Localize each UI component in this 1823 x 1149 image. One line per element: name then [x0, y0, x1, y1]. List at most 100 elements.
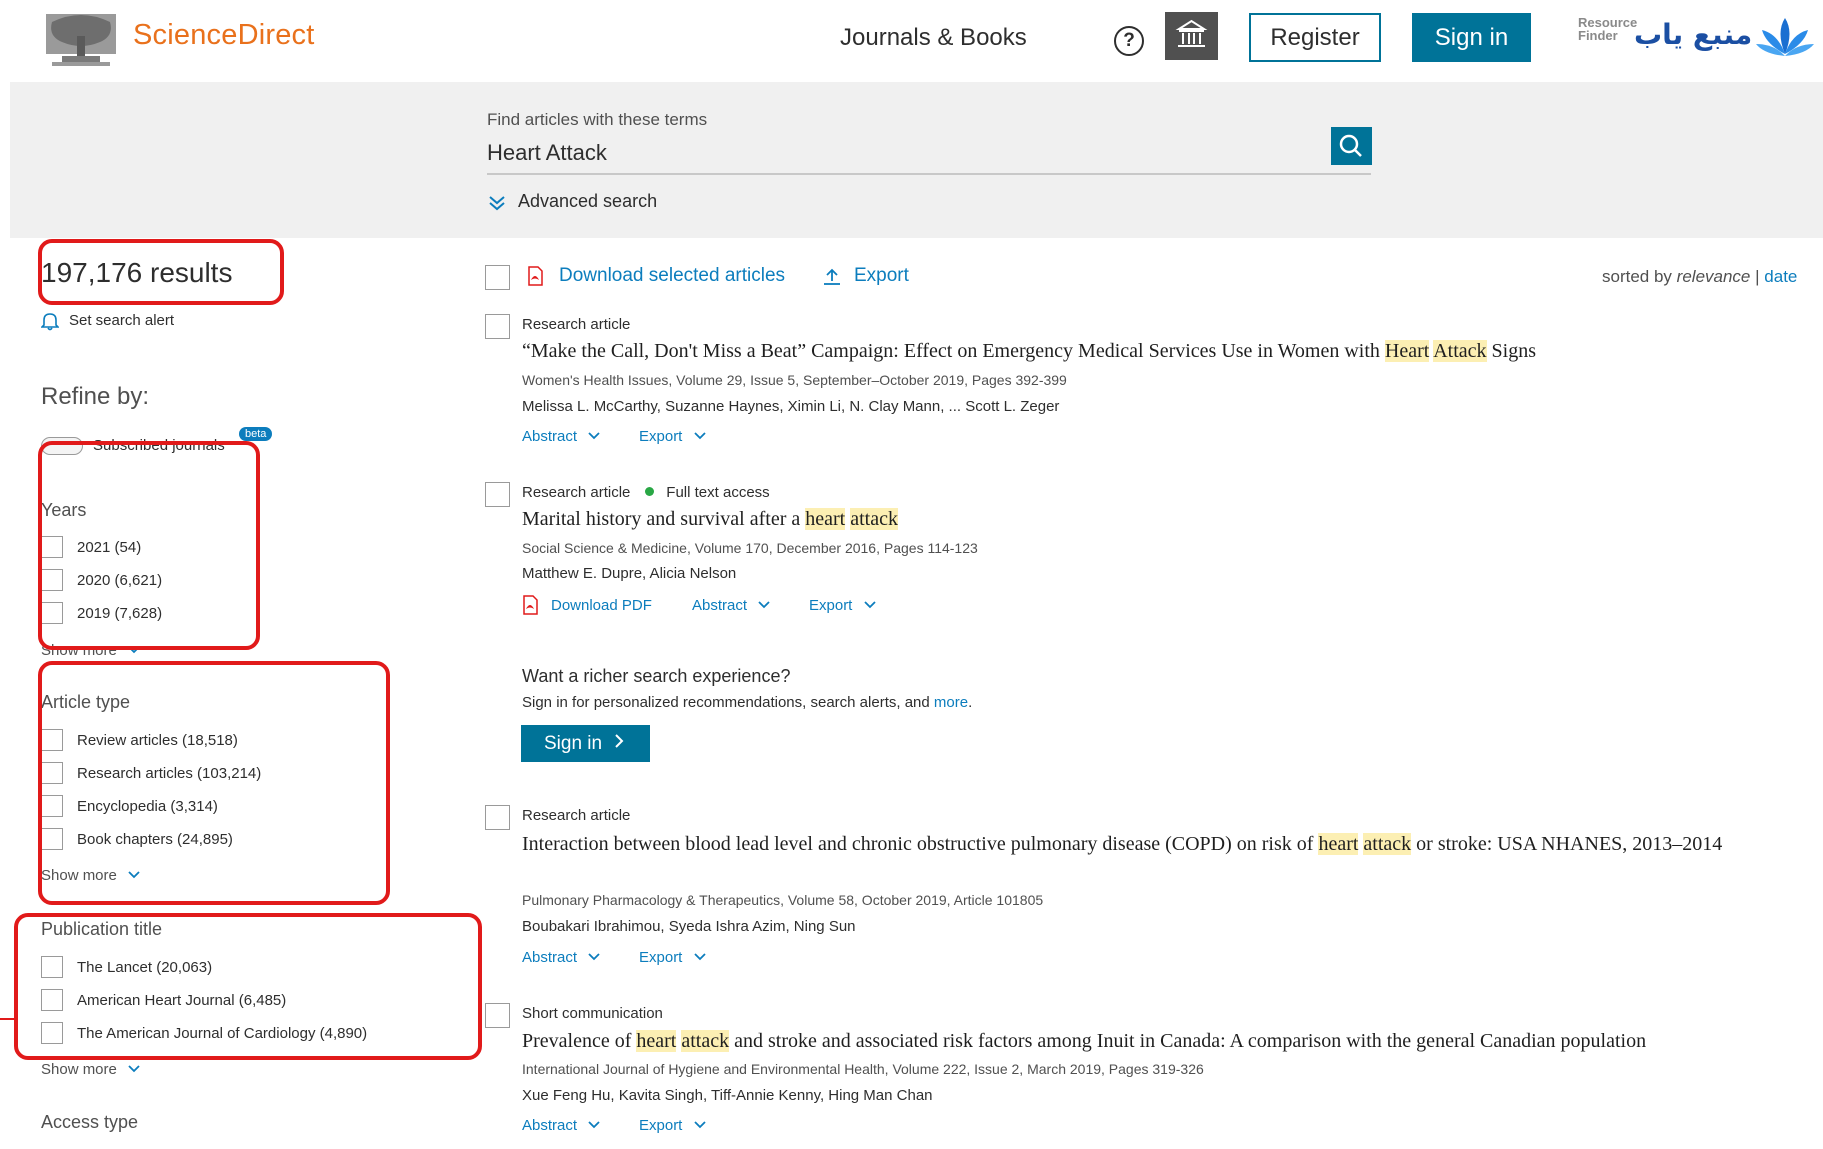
chevron-down-icon — [128, 1065, 140, 1073]
title-text: Signs — [1486, 340, 1536, 362]
result-checkbox[interactable] — [485, 805, 510, 830]
export-label: Export — [639, 1117, 683, 1134]
header: ScienceDirect Journals & Books ? Registe… — [0, 0, 1823, 82]
publication-title-show-more[interactable]: Show more — [41, 1061, 161, 1081]
annotation-box-results — [38, 239, 284, 305]
register-button[interactable]: Register — [1249, 13, 1381, 62]
chevron-down-icon — [864, 601, 876, 609]
result-title[interactable]: Interaction between blood lead level and… — [522, 829, 1812, 859]
promo-signin-button[interactable]: Sign in — [521, 725, 650, 762]
export-label: Export — [639, 949, 683, 966]
double-chevron-icon — [489, 196, 505, 211]
export-toggle[interactable]: Export — [639, 428, 729, 448]
publication-title-show-more-label: Show more — [41, 1061, 117, 1078]
chevron-down-icon — [694, 953, 706, 961]
title-text: or stroke: USA NHANES, 2013–2014 — [1411, 833, 1723, 855]
result-source[interactable]: Social Science & Medicine, Volume 170, D… — [522, 540, 978, 556]
open-access-dot-icon — [644, 487, 654, 496]
abstract-toggle[interactable]: Abstract — [522, 1117, 612, 1137]
download-pdf-label: Download PDF — [551, 597, 652, 614]
title-highlight: heart — [1318, 833, 1359, 855]
export-label: Export — [809, 597, 853, 614]
result-source[interactable]: Women's Health Issues, Volume 29, Issue … — [522, 372, 1067, 388]
result-checkbox[interactable] — [485, 482, 510, 507]
title-text: Marital history and survival after a — [522, 508, 806, 530]
title-highlight: heart — [805, 508, 846, 530]
sort-separator: | — [1755, 267, 1760, 286]
result-authors: Boubakari Ibrahimou, Syeda Ishra Azim, N… — [522, 918, 856, 935]
advanced-search-label: Advanced search — [518, 191, 658, 211]
promo-question: Want a richer search experience? — [522, 666, 791, 686]
promo-signin-label: Sign in — [544, 733, 603, 754]
sorted-by-label: sorted by — [1602, 267, 1672, 286]
search-underline — [487, 173, 1371, 175]
title-highlight: attack — [681, 1030, 730, 1052]
chevron-down-icon — [588, 1121, 601, 1129]
resource-finder-persian: سامانه منبع یاب — [1634, 18, 1760, 51]
abstract-label: Abstract — [522, 428, 578, 445]
chevron-down-icon — [694, 432, 706, 440]
result-authors: Melissa L. McCarthy, Suzanne Haynes, Xim… — [522, 398, 1060, 415]
result-checkbox[interactable] — [485, 314, 510, 339]
annotation-box-article-type — [38, 661, 390, 905]
abstract-toggle[interactable]: Abstract — [692, 597, 782, 617]
brand-name[interactable]: ScienceDirect — [133, 19, 315, 52]
result-title[interactable]: Marital history and survival after a hea… — [522, 508, 898, 531]
abstract-toggle[interactable]: Abstract — [522, 428, 612, 448]
search-input[interactable]: Heart Attack — [487, 140, 1327, 166]
upload-icon — [824, 268, 840, 285]
result-type: Research article — [522, 807, 631, 824]
title-highlight: attack — [850, 508, 898, 530]
result-meta: Research article Full text access — [522, 484, 922, 504]
chevron-down-icon — [588, 432, 601, 440]
set-search-alert-label: Set search alert — [69, 312, 175, 329]
set-search-alert[interactable]: Set search alert — [41, 310, 241, 332]
title-text: Prevalence of — [522, 1030, 637, 1052]
export-toggle[interactable]: Export — [809, 597, 899, 617]
result-type: Research article — [522, 484, 631, 501]
chevron-down-icon — [758, 601, 771, 609]
result-authors: Xue Feng Hu, Kavita Singh, Tiff-Annie Ke… — [522, 1087, 933, 1104]
pdf-icon — [523, 595, 538, 615]
annotation-box-publication-title — [14, 913, 482, 1060]
result-title[interactable]: “Make the Call, Don't Miss a Beat” Campa… — [522, 340, 1536, 363]
result-checkbox[interactable] — [485, 1003, 510, 1028]
help-icon[interactable]: ? — [1114, 26, 1144, 56]
promo-subtitle-end: . — [968, 694, 973, 711]
title-text: “Make the Call, Don't Miss a Beat” Campa… — [522, 340, 1385, 362]
resource-finder-line2: Finder — [1578, 28, 1618, 43]
result-source[interactable]: International Journal of Hygiene and Env… — [522, 1061, 1204, 1077]
promo-more-link[interactable]: more — [934, 694, 968, 711]
pdf-icon — [528, 266, 543, 286]
result-source[interactable]: Pulmonary Pharmacology & Therapeutics, V… — [522, 892, 1043, 908]
result-authors: Matthew E. Dupre, Alicia Nelson — [522, 565, 737, 582]
elsevier-logo[interactable] — [44, 12, 118, 68]
journals-books-link[interactable]: Journals & Books — [840, 24, 1027, 52]
export-selected[interactable]: Export — [822, 265, 922, 289]
export-toggle[interactable]: Export — [639, 949, 729, 969]
download-pdf-link[interactable]: Download PDF — [522, 595, 672, 617]
search-icon — [1339, 134, 1362, 157]
download-selected-articles[interactable]: Download selected articles — [527, 265, 787, 289]
search-button[interactable] — [1331, 127, 1372, 165]
select-all-checkbox[interactable] — [485, 265, 510, 290]
lotus-icon — [1756, 18, 1814, 56]
abstract-toggle[interactable]: Abstract — [522, 949, 612, 969]
sort-date[interactable]: date — [1764, 267, 1797, 286]
advanced-search-link[interactable]: Advanced search — [487, 191, 687, 215]
institution-button[interactable] — [1165, 12, 1218, 60]
title-highlight: attack — [1363, 833, 1412, 855]
signin-button[interactable]: Sign in — [1412, 13, 1531, 62]
promo-subtitle-text: Sign in for personalized recommendations… — [522, 694, 934, 711]
export-toggle[interactable]: Export — [639, 1117, 729, 1137]
result-type: Research article — [522, 316, 631, 333]
sort-control: sorted by relevance | date — [1602, 267, 1797, 287]
sort-relevance[interactable]: relevance — [1677, 267, 1751, 286]
result-title[interactable]: Prevalence of heart attack and stroke an… — [522, 1030, 1646, 1053]
beta-badge: beta — [239, 427, 273, 441]
resource-finder-logo[interactable]: Resource Finder سامانه منبع یاب — [1578, 12, 1814, 64]
search-label: Find articles with these terms — [487, 110, 708, 129]
export-label: Export — [854, 265, 909, 286]
result-access: Full text access — [666, 484, 770, 501]
export-label: Export — [639, 428, 683, 445]
